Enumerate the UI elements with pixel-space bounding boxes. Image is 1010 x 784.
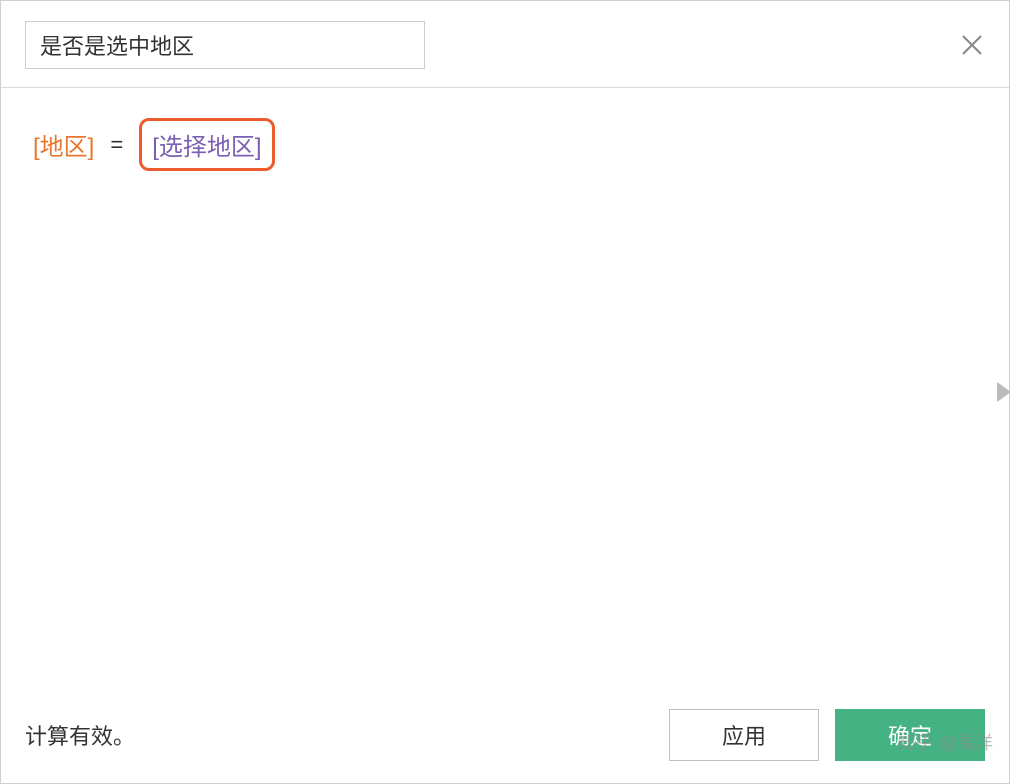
validation-status-text: 计算有效。 (25, 719, 135, 751)
formula-field-token[interactable]: [地区] (33, 127, 94, 162)
expand-panel-arrow-icon[interactable] (997, 382, 1010, 402)
formula-line: [地区] = [选择地区] (33, 118, 985, 171)
formula-editor-area[interactable]: [地区] = [选择地区] (1, 88, 1009, 691)
footer-row: 计算有效。 应用 确定 (1, 691, 1009, 783)
close-icon[interactable] (959, 32, 985, 58)
formula-parameter-token: [选择地区] (152, 127, 261, 162)
formula-parameter-highlight[interactable]: [选择地区] (139, 118, 274, 171)
header-row (1, 1, 1009, 88)
formula-operator: = (106, 132, 127, 158)
confirm-button[interactable]: 确定 (835, 709, 985, 761)
field-name-input[interactable] (25, 21, 425, 69)
apply-button[interactable]: 应用 (669, 709, 819, 761)
dialog-container: [地区] = [选择地区] 计算有效。 应用 确定 知乎 @禹洋 (0, 0, 1010, 784)
